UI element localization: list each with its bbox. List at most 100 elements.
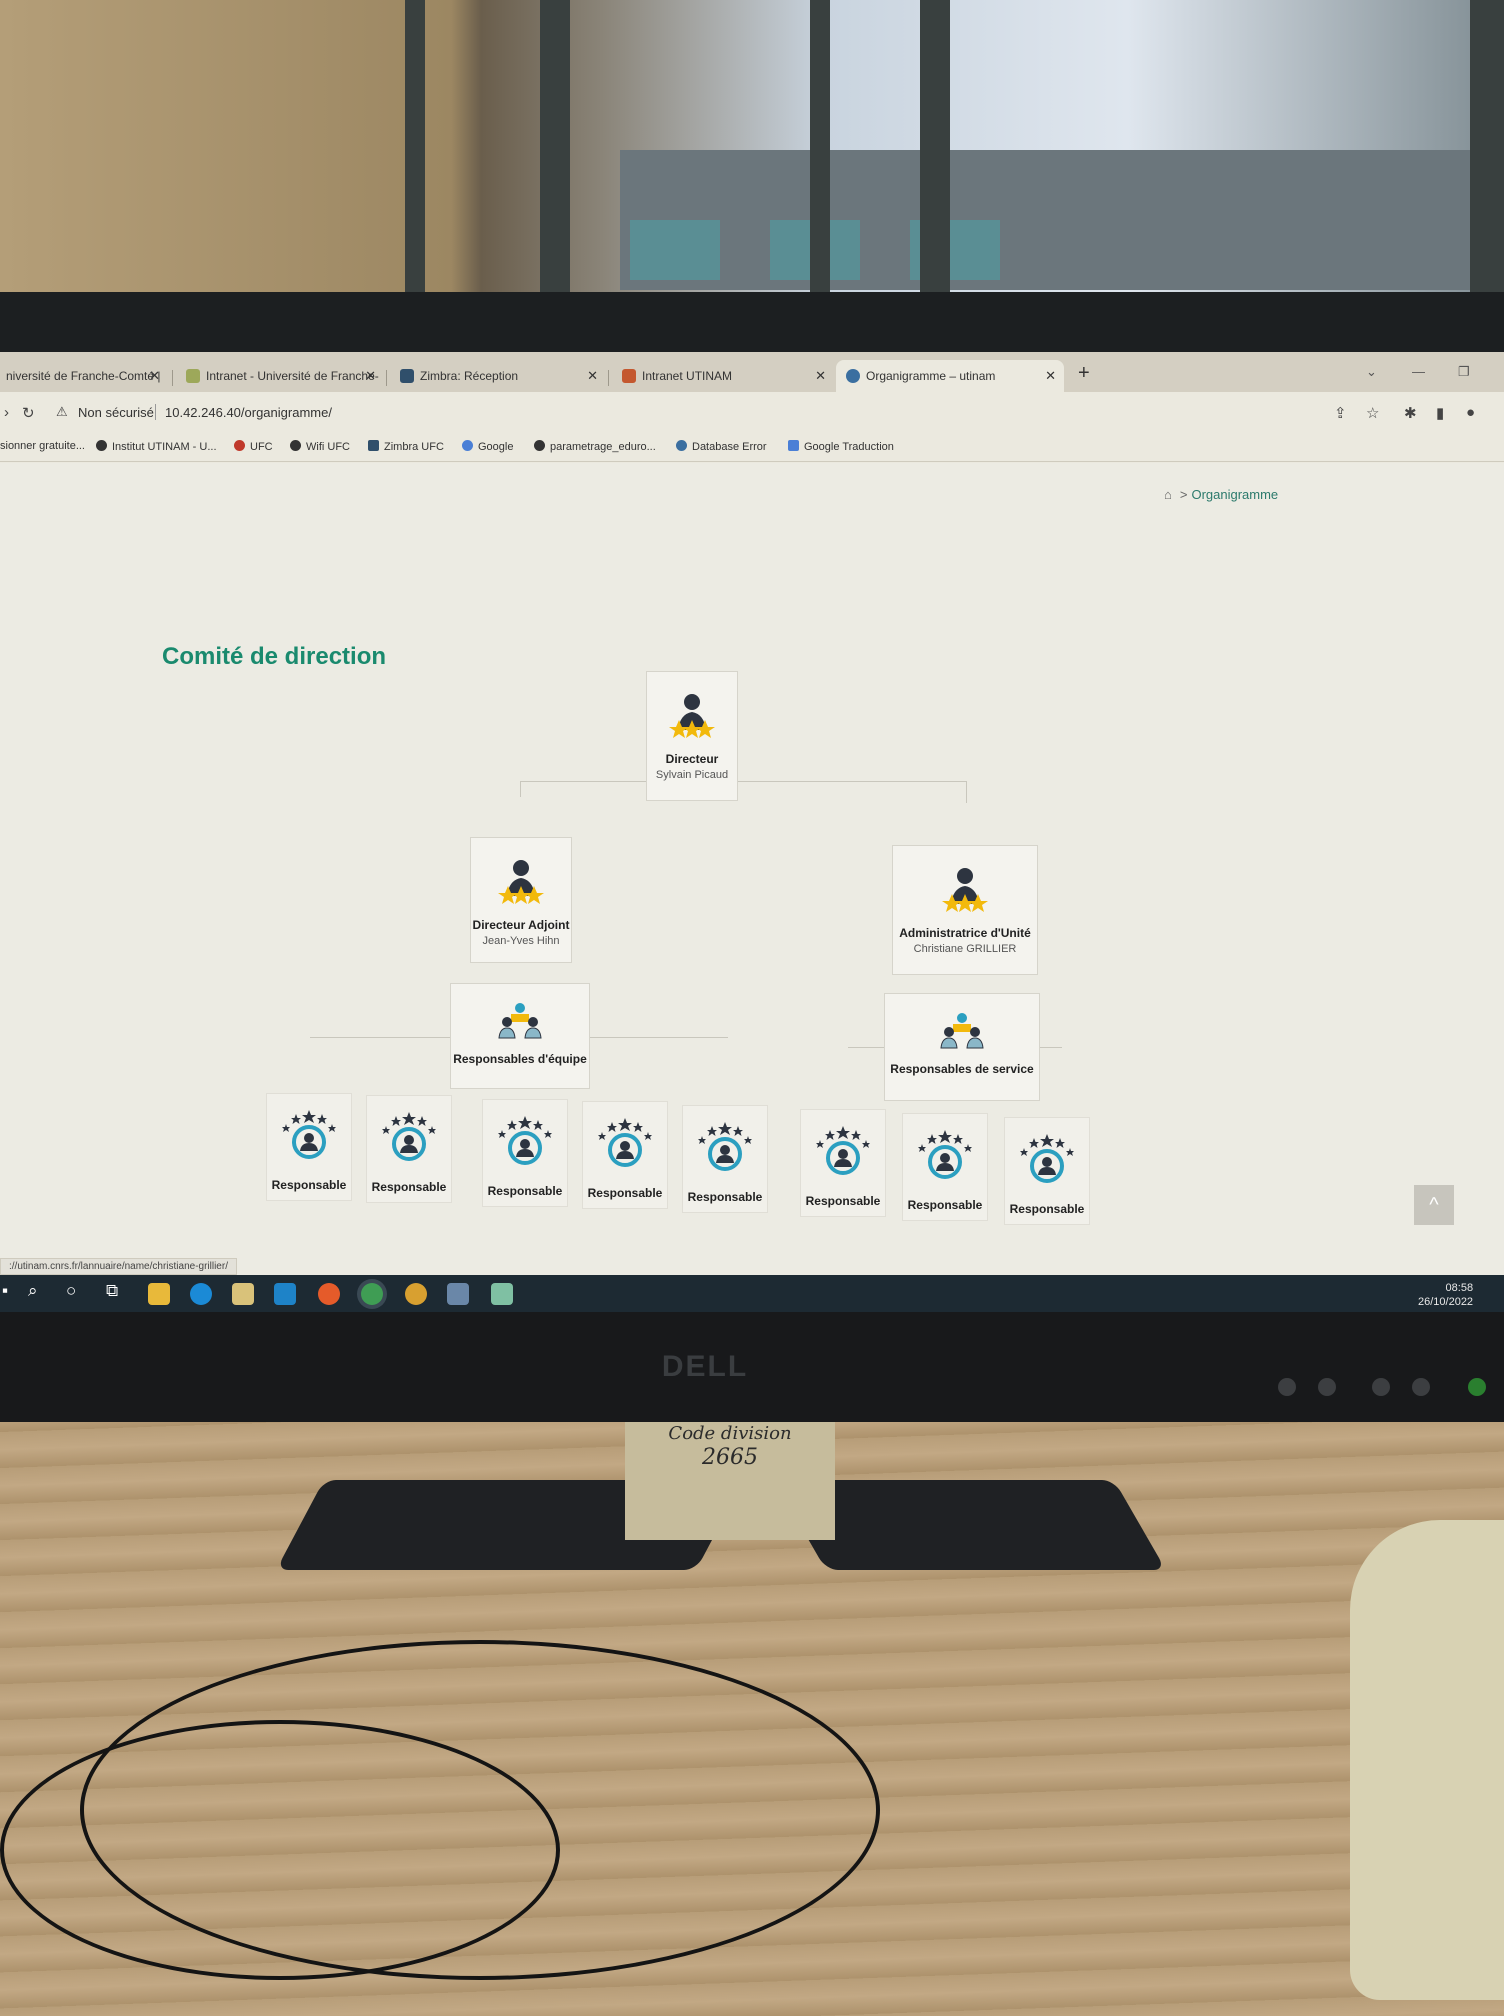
org-node-directeur[interactable]: Directeur Sylvain Picaud xyxy=(646,671,738,801)
store-icon[interactable] xyxy=(232,1283,254,1305)
org-node-responsable[interactable]: Responsable xyxy=(266,1093,352,1201)
restore-icon[interactable]: ❐ xyxy=(1458,364,1470,380)
org-node-responsable[interactable]: Responsable xyxy=(1004,1117,1090,1225)
responsable-icon xyxy=(816,1126,870,1175)
org-node-responsables-equipe[interactable]: Responsables d'équipe xyxy=(450,983,590,1089)
org-node-responsable[interactable]: Responsable xyxy=(482,1099,568,1207)
bookmark-item[interactable]: Google xyxy=(462,440,513,453)
org-node-directeur-adjoint[interactable]: Directeur Adjoint Jean-Yves Hihn xyxy=(470,837,572,963)
wordpress-favicon xyxy=(846,369,860,383)
forward-icon[interactable]: › xyxy=(4,404,9,421)
share-icon[interactable]: ⇪ xyxy=(1334,404,1347,422)
bookmark-item[interactable]: Database Error xyxy=(676,440,767,453)
node-title: Responsable xyxy=(587,1186,663,1200)
firefox-icon[interactable] xyxy=(318,1283,340,1305)
responsable-icon xyxy=(918,1130,972,1179)
node-title: Responsables de service xyxy=(890,1062,1034,1076)
tab-intranet-universite[interactable]: Intranet - Université de Franche- ✕ xyxy=(176,360,384,392)
home-icon[interactable]: ⌂ xyxy=(1164,487,1172,502)
chrome-icon[interactable] xyxy=(361,1283,383,1305)
search-icon[interactable]: ⌕ xyxy=(28,1281,38,1301)
org-node-responsable[interactable]: Responsable xyxy=(582,1101,668,1209)
bookmark-item[interactable]: Institut UTINAM - U... xyxy=(96,440,217,453)
start-icon[interactable]: ▪ xyxy=(2,1281,8,1301)
monitor-button[interactable] xyxy=(1412,1378,1430,1396)
window-frame xyxy=(1470,0,1504,300)
profile-avatar-icon[interactable]: ● xyxy=(1466,404,1475,421)
notes-app-icon[interactable] xyxy=(491,1283,513,1305)
team-icon xyxy=(498,1003,542,1039)
node-title: Responsable xyxy=(1009,1202,1085,1216)
bookmark-item[interactable]: Zimbra UFC xyxy=(368,440,444,453)
security-label[interactable]: Non sécurisé xyxy=(78,405,154,420)
node-title: Responsable xyxy=(907,1198,983,1212)
org-node-responsable[interactable]: Responsable xyxy=(682,1105,768,1213)
chrome-canary-icon[interactable] xyxy=(405,1283,427,1305)
bookmark-item[interactable]: sionner gratuite... xyxy=(0,440,85,452)
side-panel-icon[interactable]: ▮ xyxy=(1436,404,1444,422)
bookmark-star-icon[interactable]: ☆ xyxy=(1366,404,1379,422)
monitor-button[interactable] xyxy=(1318,1378,1336,1396)
close-icon[interactable]: ✕ xyxy=(149,368,160,384)
node-person-name: Jean-Yves Hihn xyxy=(482,935,560,947)
page-content: ⌂>Organigramme Comité de direction Dir xyxy=(0,463,1504,1275)
director-icon xyxy=(669,694,715,738)
cable xyxy=(0,1720,560,1980)
power-button[interactable] xyxy=(1468,1378,1486,1396)
extensions-icon[interactable]: ✱ xyxy=(1404,404,1417,422)
connector-line xyxy=(966,781,967,803)
globe-icon xyxy=(96,440,107,451)
node-title: Responsable xyxy=(805,1194,881,1208)
system-clock[interactable]: 08:58 26/10/2022 xyxy=(1418,1281,1473,1309)
team-icon xyxy=(940,1013,984,1049)
tab-zimbra[interactable]: Zimbra: Réception ✕ xyxy=(390,360,606,392)
window-frame xyxy=(810,0,830,300)
responsable-icon xyxy=(282,1110,336,1159)
tab-search-icon[interactable]: ⌄ xyxy=(1366,364,1377,380)
cortana-icon[interactable]: ○ xyxy=(66,1281,76,1301)
node-title: Directeur xyxy=(665,752,719,766)
responsable-icon xyxy=(598,1118,652,1167)
file-explorer-icon[interactable] xyxy=(148,1283,170,1305)
org-node-administratrice[interactable]: Administratrice d'Unité Christiane GRILL… xyxy=(892,845,1038,975)
mail-icon[interactable] xyxy=(274,1283,296,1305)
page-title: Comité de direction xyxy=(162,643,387,670)
director-icon xyxy=(498,860,544,904)
close-icon[interactable]: ✕ xyxy=(587,368,598,384)
close-icon[interactable]: ✕ xyxy=(365,368,376,384)
reload-icon[interactable]: ↻ xyxy=(22,404,35,422)
node-title: Directeur Adjoint xyxy=(472,918,570,932)
connector-line xyxy=(520,781,966,782)
close-icon[interactable]: ✕ xyxy=(815,368,826,384)
monitor-button[interactable] xyxy=(1372,1378,1390,1396)
node-person-name: Christiane GRILLIER xyxy=(913,943,1017,955)
edge-icon[interactable] xyxy=(190,1283,212,1305)
zimbra-icon xyxy=(368,440,379,451)
network-app-icon[interactable] xyxy=(447,1283,469,1305)
node-title: Responsable xyxy=(371,1180,447,1194)
bookmark-item[interactable]: parametrage_eduro... xyxy=(534,440,656,453)
scroll-to-top-button[interactable]: ^ xyxy=(1414,1185,1454,1225)
monitor-button[interactable] xyxy=(1278,1378,1296,1396)
window-frame xyxy=(540,0,570,300)
bookmark-item[interactable]: UFC xyxy=(234,440,273,453)
org-node-responsables-service[interactable]: Responsables de service xyxy=(884,993,1040,1101)
org-node-responsable[interactable]: Responsable xyxy=(366,1095,452,1203)
status-bar-url: ://utinam.cnrs.fr/lannuaire/name/christi… xyxy=(0,1258,237,1275)
org-node-responsable[interactable]: Responsable xyxy=(800,1109,886,1217)
tab-intranet-utinam[interactable]: Intranet UTINAM ✕ xyxy=(612,360,834,392)
bookmarks-bar: sionner gratuite... Institut UTINAM - U.… xyxy=(0,432,1504,462)
url-field[interactable]: 10.42.246.40/organigramme/ xyxy=(165,405,332,420)
task-view-icon[interactable]: ⧉ xyxy=(106,1281,118,1301)
globe-icon xyxy=(534,440,545,451)
new-tab-button[interactable]: + xyxy=(1078,362,1090,385)
org-node-responsable[interactable]: Responsable xyxy=(902,1113,988,1221)
minimize-icon[interactable]: — xyxy=(1412,364,1425,379)
breadcrumb: ⌂ > Organigramme xyxy=(1164,487,1279,502)
tab-organigramme[interactable]: Organigramme – utinam ✕ xyxy=(836,360,1064,392)
bookmark-item[interactable]: Wifi UFC xyxy=(290,440,350,453)
breadcrumb-current[interactable]: Organigramme xyxy=(1191,487,1278,502)
close-icon[interactable]: ✕ xyxy=(1045,368,1056,384)
tab-universite[interactable]: niversité de Franche-Comté | ✕ xyxy=(0,360,168,392)
bookmark-item[interactable]: Google Traduction xyxy=(788,440,894,453)
